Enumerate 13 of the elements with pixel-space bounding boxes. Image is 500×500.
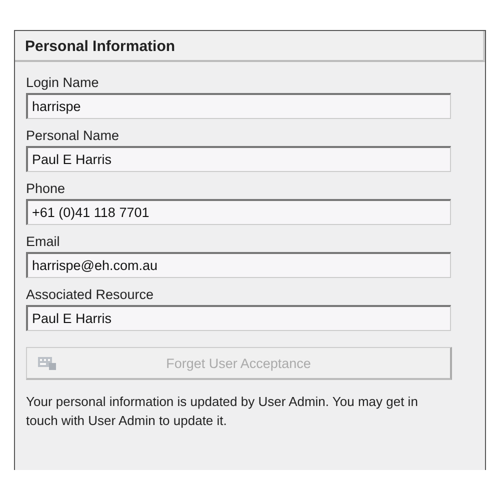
field-label: Email bbox=[26, 234, 61, 249]
field-label: Phone bbox=[26, 181, 66, 196]
input-field[interactable]: harrispe@eh.com.au bbox=[26, 252, 451, 278]
grid-icon bbox=[37, 355, 57, 371]
field-label: Login Name bbox=[26, 75, 100, 90]
input-field[interactable]: +61 (0)41 118 7701 bbox=[26, 199, 451, 225]
panel-title: Personal Information bbox=[15, 31, 485, 62]
input-field[interactable]: Paul E Harris bbox=[26, 146, 451, 172]
input-field[interactable]: Paul E Harris bbox=[26, 305, 451, 331]
field-label: Associated Resource bbox=[26, 287, 155, 302]
field-label: Personal Name bbox=[26, 128, 120, 143]
info-note: Your personal information is updated by User Admin. You may get in touch with User Admin to update it. bbox=[26, 393, 419, 430]
input-field[interactable]: harrispe bbox=[26, 93, 451, 119]
